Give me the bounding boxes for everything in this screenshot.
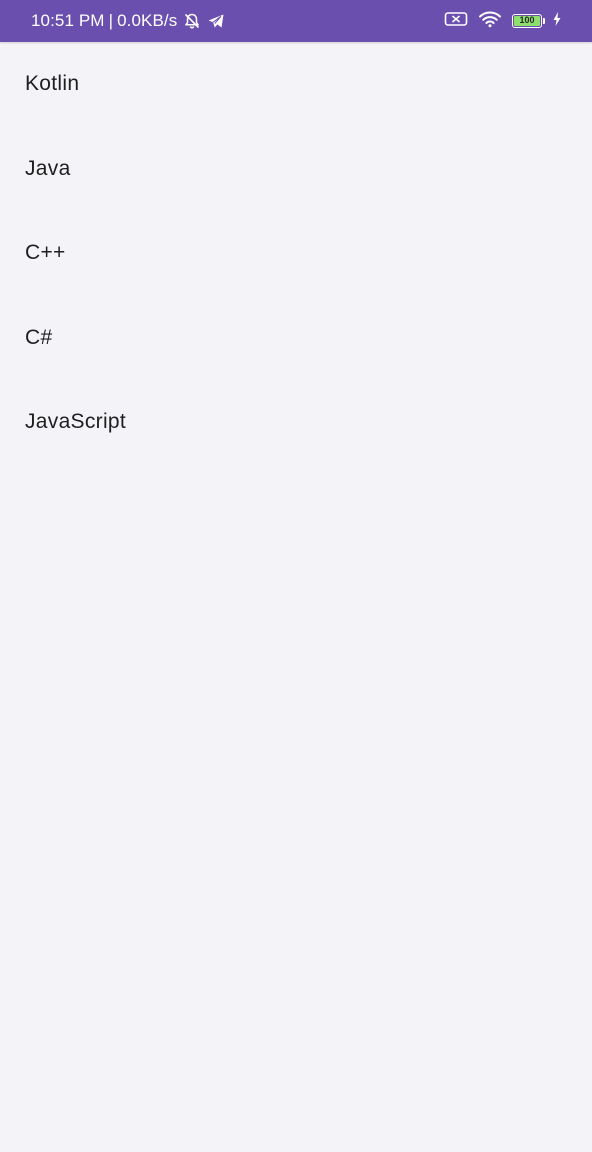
telegram-icon <box>207 12 225 30</box>
battery-icon: 100 <box>512 14 545 28</box>
list-item[interactable]: Java <box>0 127 592 212</box>
list-item-label: Java <box>25 156 71 180</box>
language-list: Kotlin Java C++ C# JavaScript <box>0 42 592 465</box>
status-time: 10:51 PM <box>31 11 105 30</box>
list-item[interactable]: JavaScript <box>0 380 592 465</box>
status-separator: | <box>108 11 114 30</box>
status-right: 100 <box>444 0 562 42</box>
network-speed: 0.0KB/s <box>117 11 178 30</box>
status-left: 10:51 PM | 0.0KB/s <box>31 0 225 42</box>
list-item[interactable]: Kotlin <box>0 42 592 127</box>
list-item-label: C++ <box>25 241 66 265</box>
list-item-label: Kotlin <box>25 72 80 96</box>
list-item-label: JavaScript <box>25 410 127 434</box>
charging-icon <box>552 11 562 32</box>
list-item-label: C# <box>25 325 53 349</box>
battery-percent: 100 <box>519 15 535 25</box>
muted-bell-icon <box>183 12 201 30</box>
no-sim-icon <box>444 10 468 33</box>
status-bar: 10:51 PM | 0.0KB/s 100 <box>0 0 592 42</box>
list-item[interactable]: C# <box>0 296 592 381</box>
list-item[interactable]: C++ <box>0 211 592 296</box>
wifi-icon <box>478 10 502 33</box>
